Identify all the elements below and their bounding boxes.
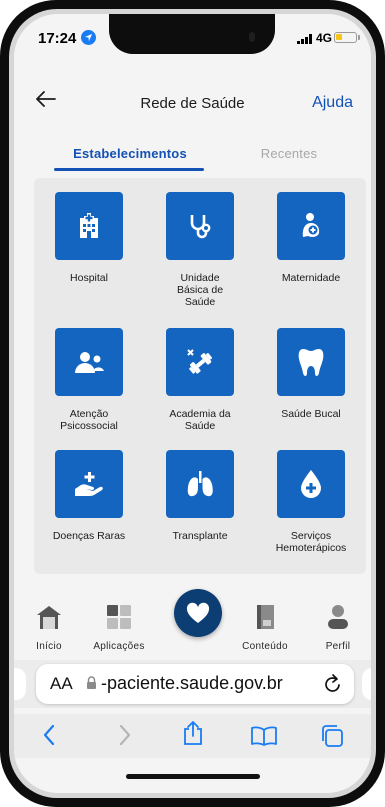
address-bar[interactable]: AA -paciente.saude.gov.br — [36, 664, 354, 704]
home-indicator — [126, 774, 260, 779]
nav-label: Aplicações — [93, 641, 145, 652]
url-text: -paciente.saude.gov.br — [101, 673, 283, 693]
apps-grid-icon — [107, 605, 131, 629]
heart-icon — [186, 602, 210, 623]
phone-frame: 17:24 4G Rede de Saúde Ajuda Estabelecim… — [0, 0, 385, 807]
tab-estabelecimentos[interactable]: Estabelecimentos — [62, 146, 198, 161]
status-time: 17:24 — [38, 30, 77, 47]
bookmarks-icon[interactable] — [250, 726, 278, 746]
tile-label: Unidade Básica de Saúde — [176, 272, 224, 308]
battery-icon — [334, 32, 357, 43]
lock-icon — [87, 676, 96, 689]
app-header: Rede de Saúde Ajuda — [14, 74, 371, 130]
tab-recentes[interactable]: Recentes — [246, 146, 332, 161]
blood-drop-icon — [277, 450, 345, 518]
previous-tab-peek[interactable] — [14, 668, 26, 700]
back-chevron-icon[interactable] — [42, 724, 56, 746]
tile-transplante[interactable]: Transplante — [145, 450, 255, 542]
tile-label: Hospital — [70, 272, 108, 284]
tile-atencao-psicossocial[interactable]: Atenção Psicossocial — [34, 328, 144, 432]
tile-doencas-raras[interactable]: Doenças Raras — [34, 450, 144, 542]
camera-notch — [109, 14, 275, 54]
tile-label: Academia da Saúde — [169, 408, 231, 432]
establishments-grid: Hospital Unidade Básica de Saúde Materni… — [34, 178, 366, 574]
book-icon — [257, 605, 274, 629]
tab-bar: Estabelecimentos Recentes — [14, 138, 371, 172]
reload-icon[interactable] — [324, 674, 342, 694]
tile-label: Serviços Hemoterápicos — [275, 530, 347, 554]
tile-saude-bucal[interactable]: Saúde Bucal — [256, 328, 366, 420]
phone-bezel: 17:24 4G Rede de Saúde Ajuda Estabelecim… — [9, 9, 376, 798]
reader-aa-button[interactable]: AA — [50, 674, 73, 694]
hand-plus-icon — [55, 450, 123, 518]
lungs-icon — [166, 450, 234, 518]
signal-icon — [297, 34, 312, 44]
nav-aplicacoes[interactable]: Aplicações — [84, 604, 154, 652]
forward-chevron-icon[interactable] — [118, 724, 132, 746]
location-icon — [81, 30, 96, 45]
user-icon — [328, 605, 348, 629]
maternity-icon — [277, 192, 345, 260]
share-icon[interactable] — [182, 720, 204, 746]
network-label: 4G — [316, 31, 333, 45]
browser-toolbar — [14, 714, 371, 758]
tile-label: Atenção Psicossocial — [60, 408, 118, 432]
dumbbell-icon — [166, 328, 234, 396]
nav-perfil[interactable]: Perfil — [303, 604, 371, 652]
nav-label: Conteúdo — [242, 641, 288, 652]
nav-label: Perfil — [325, 641, 351, 652]
help-link[interactable]: Ajuda — [312, 94, 353, 112]
tile-label: Maternidade — [281, 272, 341, 284]
active-tab-indicator — [54, 168, 204, 171]
browser-address-area: AA -paciente.saude.gov.br — [14, 660, 371, 708]
hospital-icon — [55, 192, 123, 260]
tile-servicos-hemoterapicos[interactable]: Serviços Hemoterápicos — [256, 450, 366, 554]
people-icon — [55, 328, 123, 396]
tile-label: Doenças Raras — [52, 530, 126, 542]
tile-label: Transplante — [172, 530, 228, 542]
nav-label: Início — [36, 641, 62, 652]
tile-unidade-basica[interactable]: Unidade Básica de Saúde — [145, 192, 255, 308]
battery-tip — [358, 35, 360, 40]
nav-conteudo[interactable]: Conteúdo — [230, 604, 300, 652]
tile-hospital[interactable]: Hospital — [34, 192, 144, 284]
stethoscope-icon — [166, 192, 234, 260]
tooth-icon — [277, 328, 345, 396]
next-tab-peek[interactable] — [362, 668, 371, 700]
tile-maternidade[interactable]: Maternidade — [256, 192, 366, 284]
tile-academia-saude[interactable]: Academia da Saúde — [145, 328, 255, 432]
home-icon — [37, 606, 61, 629]
favorites-fab[interactable] — [174, 589, 222, 637]
nav-inicio[interactable]: Início — [14, 604, 84, 652]
tile-label: Saúde Bucal — [281, 408, 341, 420]
screen: 17:24 4G Rede de Saúde Ajuda Estabelecim… — [14, 14, 371, 793]
tabs-icon[interactable] — [320, 724, 344, 748]
